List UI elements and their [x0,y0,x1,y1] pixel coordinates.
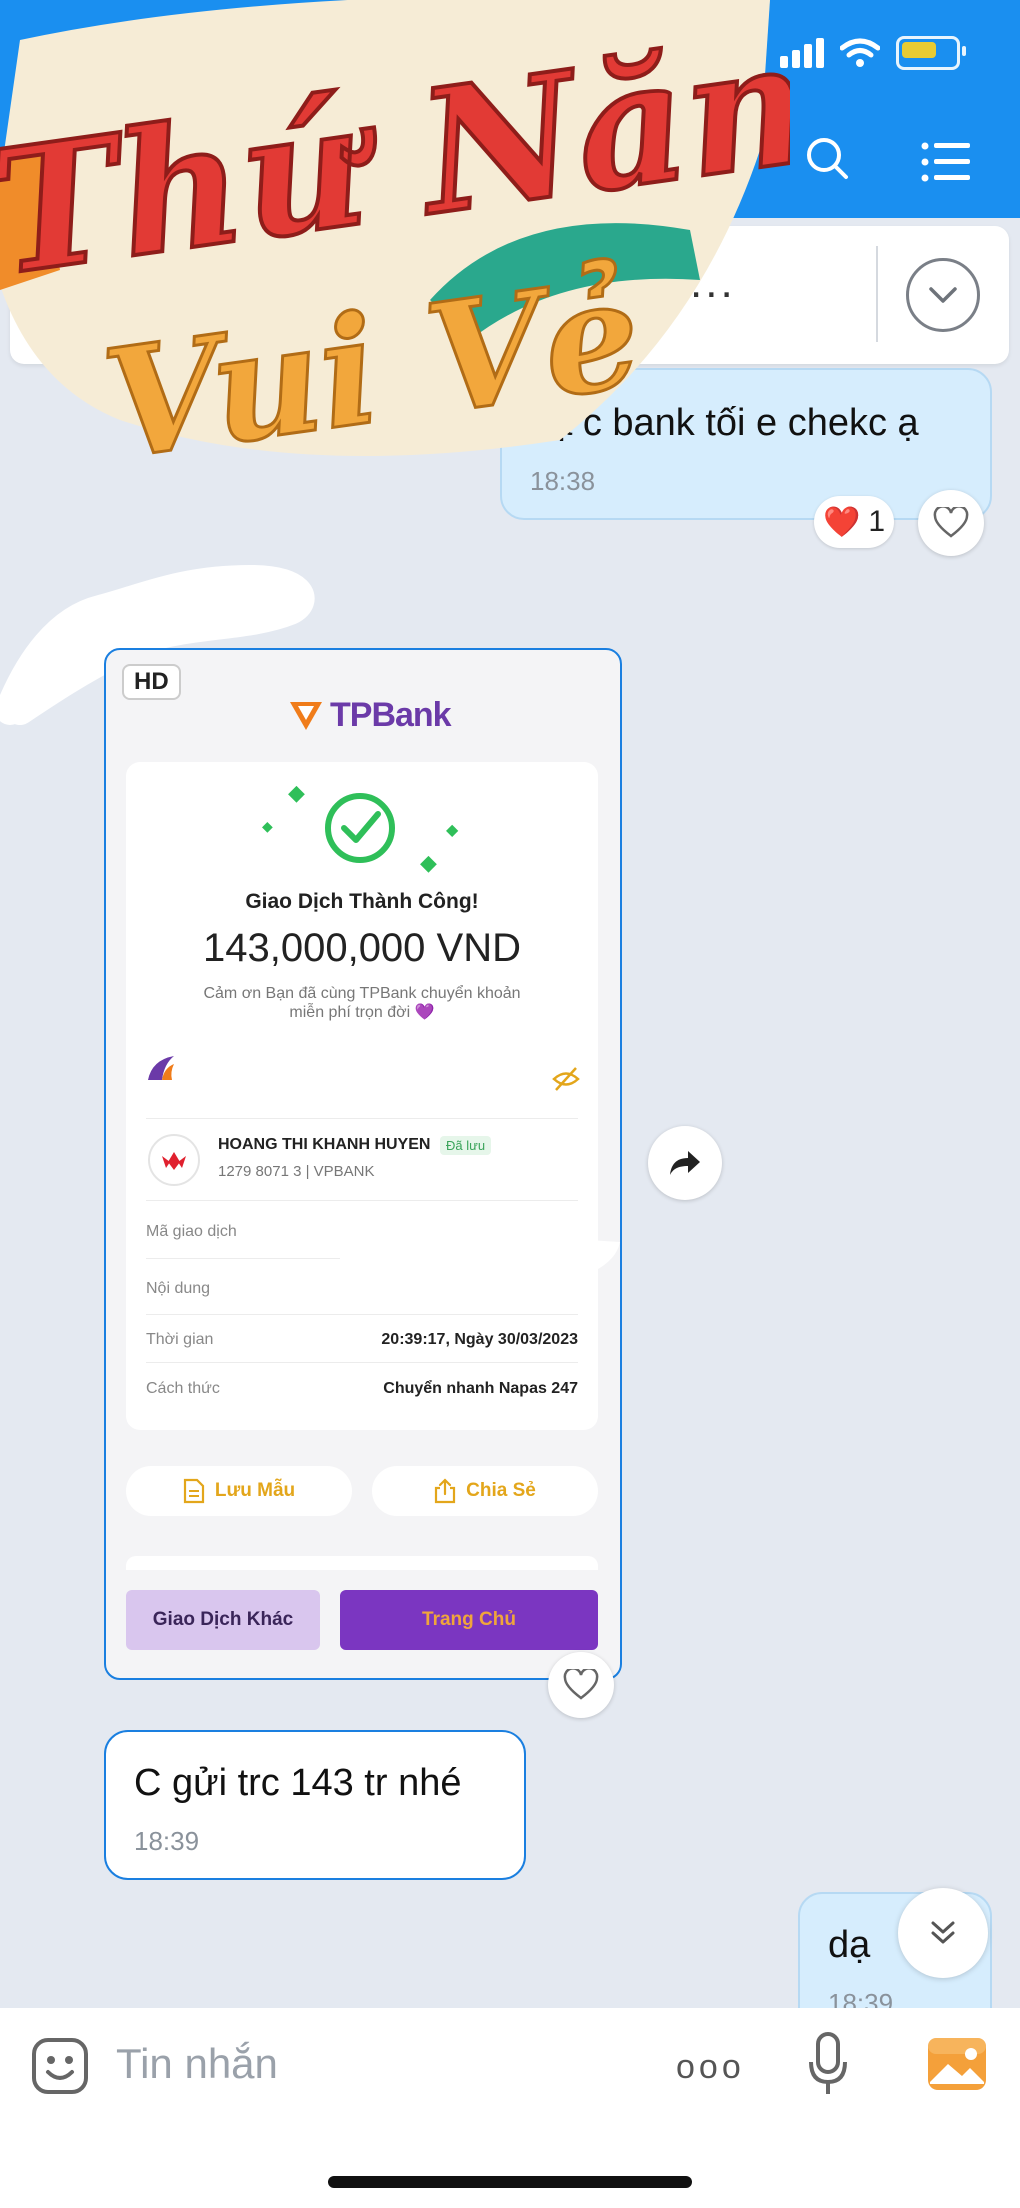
message-text: dạ [828,1924,871,1966]
forward-button[interactable] [648,1126,722,1200]
list-menu-icon[interactable] [920,140,972,184]
search-icon[interactable] [805,136,849,180]
chat-title[interactable]: UYỀN KHẤT [250,120,488,165]
vpbank-logo-icon [162,1152,186,1170]
heart-outline-icon [933,507,969,538]
eye-hidden-icon[interactable] [552,1066,580,1092]
thanks-line: Cảm ơn Bạn đã cùng TPBank chuyển khoản [203,985,521,1002]
recipient-name: HOANG THI KHANH HUYEN [218,1136,431,1153]
reaction-badge[interactable]: ❤️ 1 [814,496,894,548]
divider [146,1314,578,1315]
card-edge [126,1556,598,1570]
react-button[interactable] [548,1652,614,1718]
message-input[interactable]: Tin nhắn [116,2040,278,2088]
battery-icon [896,36,966,70]
divider [876,246,878,342]
row-label: Mã giao dịch [146,1223,237,1240]
row-label: Cách thức [146,1380,220,1397]
status-time: 18:33 [70,30,176,77]
divider [146,1362,578,1363]
saved-tag: Đã lưu [440,1136,492,1155]
row-value: Chuyển nhanh Napas 247 [383,1380,578,1397]
share-label: Chia Sẻ [466,1480,536,1501]
sparkle-icon: ◆ [262,818,273,834]
heart-emoji: ❤️ [822,505,861,539]
emoji-sticker-icon[interactable] [30,2036,90,2096]
pinned-preview: ... [690,258,736,307]
heart-outline-icon [563,1669,599,1700]
success-check-icon [325,793,395,863]
row-value: 20:39:17, Ngày 30/03/2023 [381,1331,578,1348]
reaction-count: 1 [868,505,886,538]
home-indicator [328,2176,692,2188]
expand-pinned-button[interactable] [906,258,980,332]
photo-gallery-icon[interactable] [926,2036,988,2092]
row-label: Nội dung [146,1280,211,1297]
divider [146,1200,578,1201]
message-time: 18:39 [134,1826,200,1856]
chevron-down-icon [929,287,957,303]
wifi-icon [840,38,880,67]
message-time: 18:38 [530,466,596,496]
forward-arrow-icon [670,1151,700,1175]
sparkle-icon: ◆ [446,822,459,839]
save-template-button[interactable]: Lưu Mẫu [126,1466,352,1516]
message-incoming[interactable]: C gửi trc 143 tr nhé 18:39 [104,1730,526,1880]
other-transaction-button[interactable]: Giao Dịch Khác [126,1590,320,1650]
microphone-icon[interactable] [808,2032,848,2098]
share-receipt-button[interactable]: Chia Sẻ [372,1466,598,1516]
save-template-label: Lưu Mẫu [214,1480,296,1501]
signal-icon [780,38,824,68]
tpbank-logo-icon [290,701,322,730]
hd-badge: HD [122,664,181,700]
vpbank-logo [148,1134,200,1186]
message-text: C gửi trc 143 tr nhé [134,1762,462,1804]
scroll-to-bottom-button[interactable] [898,1888,988,1978]
share-icon [435,1478,456,1504]
pinned-message-bar[interactable] [10,226,1009,364]
thanks-note: Cảm ơn Bạn đã cùng TPBank chuyển khoản m… [180,984,544,1022]
sender-bank-icon [148,1056,174,1080]
message-outgoing[interactable]: dạ c bank tối e chekc ạ 18:38 [500,368,992,520]
recipient-account: 1279 8071 3 | VPBANK [218,1163,375,1180]
chat-bubble-icon [44,275,90,324]
message-text: dạ c bank tối e chekc ạ [530,402,919,444]
tpbank-logo: TPBank [288,696,452,735]
sparkle-icon: ◆ [288,780,305,805]
home-button[interactable]: Trang Chủ [340,1590,598,1650]
success-title: Giao Dịch Thành Công! [245,890,479,913]
thanks-line: miễn phí trọn đời 💜 [289,1004,435,1021]
more-options-icon[interactable]: ooo [676,2048,745,2087]
document-icon [183,1478,204,1504]
row-label: Thời gian [146,1331,214,1348]
status-icons [780,36,966,70]
redaction-scribble [340,1237,620,1292]
sparkle-icon: ◆ [420,850,437,875]
double-chevron-down-icon [931,1921,955,1944]
react-button[interactable] [918,490,984,556]
bank-name: TPBank [330,696,452,734]
divider [146,1118,578,1119]
transfer-amount: 143,000,000 VND [202,926,521,970]
